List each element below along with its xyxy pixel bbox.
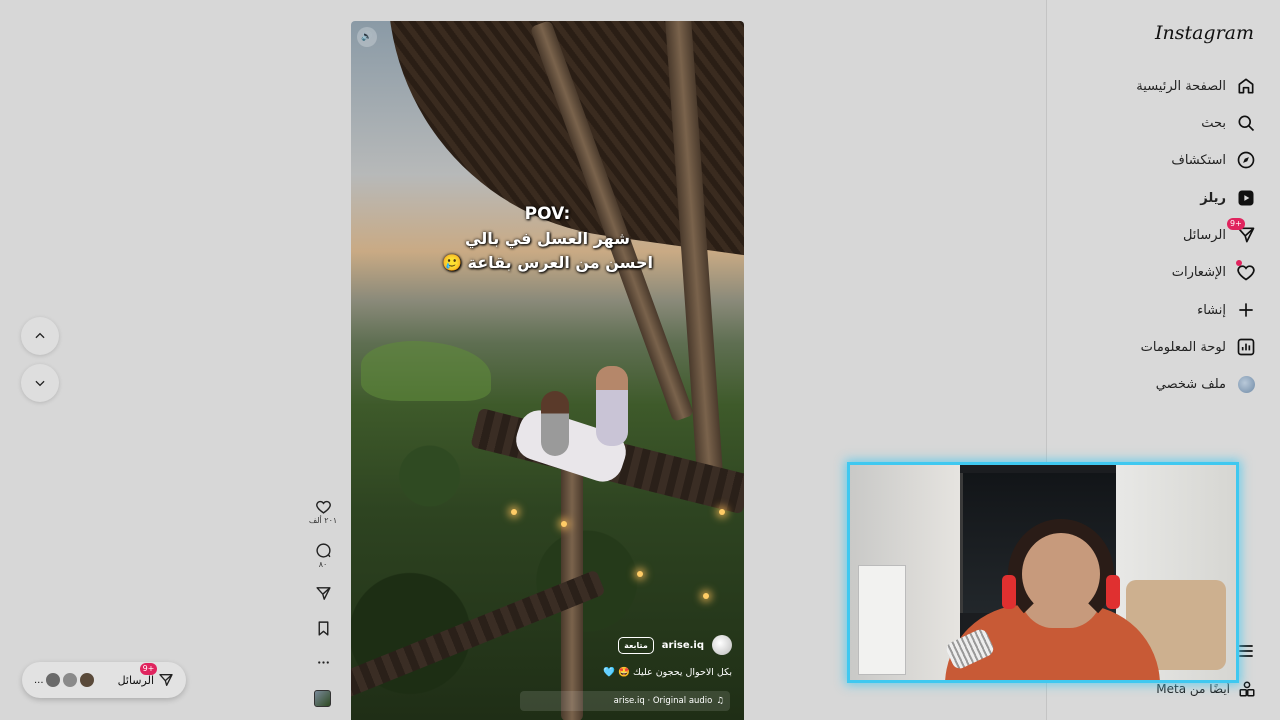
sidebar-item-label: ريلز [1200, 190, 1226, 206]
sidebar-item-label: إنشاء [1197, 302, 1226, 318]
webcam-cabinet [858, 565, 906, 675]
sidebar-item-explore[interactable]: استكشاف [1046, 142, 1280, 178]
share-action[interactable] [305, 585, 341, 602]
overlay-line: شهر العسل في بالي [465, 229, 630, 248]
more-avatars: ... [34, 674, 44, 686]
sidebar-item-home[interactable]: الصفحة الرئيسية [1046, 68, 1280, 104]
reel-caption[interactable]: بكل الاحوال يحجون عليك 🤩 🩵 [603, 667, 732, 678]
sidebar-item-dashboard[interactable]: لوحة المعلومات [1046, 329, 1280, 365]
creator-username[interactable]: arise.iq [662, 640, 704, 651]
next-reel-button[interactable] [21, 364, 59, 402]
bookmark-icon[interactable] [315, 620, 332, 637]
instagram-logo[interactable]: Instagram [1155, 22, 1254, 44]
string-light [703, 593, 709, 599]
comment-action[interactable]: ٨٠ [305, 542, 341, 569]
messages-icon [158, 672, 174, 688]
webcam-overlay [847, 462, 1239, 683]
sidebar-item-label: استكشاف [1171, 152, 1226, 168]
likes-count: ٢٠١ ألف [308, 516, 338, 525]
profile-avatar [1236, 374, 1256, 394]
message-avatars: ... [34, 672, 95, 688]
string-light [637, 571, 643, 577]
notification-dot [1236, 260, 1242, 266]
creator-avatar[interactable] [712, 635, 732, 655]
comment-icon[interactable] [315, 542, 332, 559]
dashboard-icon [1236, 337, 1256, 357]
search-icon [1236, 113, 1256, 133]
string-light [511, 509, 517, 515]
messages-badge: 9+ [1227, 218, 1245, 230]
sidebar-item-create[interactable]: إنشاء [1046, 292, 1280, 328]
messages-icon: 9+ [1227, 218, 1256, 245]
headphone-right [1106, 575, 1120, 609]
messages-label: الرسائل [117, 673, 154, 687]
string-light [719, 509, 725, 515]
also-from-meta-label: أيضًا من Meta [1156, 682, 1230, 696]
audio-track[interactable]: arise.iq · Original audio ♫ [520, 691, 730, 711]
sidebar-item-label: الصفحة الرئيسية [1136, 78, 1226, 94]
chevron-down-icon [35, 380, 45, 387]
avatar [78, 672, 95, 688]
chevron-up-icon [35, 332, 45, 339]
apps-icon [1239, 681, 1255, 697]
follow-button[interactable]: متابعة [618, 636, 654, 654]
messages-pill[interactable]: ... الرسائل 9+ [22, 662, 186, 698]
creator-row: متابعة arise.iq [618, 635, 732, 655]
headphone-left [1002, 575, 1016, 609]
person [541, 391, 569, 456]
reels-icon [1236, 188, 1256, 208]
audio-thumbnail[interactable] [314, 690, 331, 707]
music-note-icon: ♫ [716, 696, 724, 706]
messages-badge: 9+ [139, 663, 158, 675]
menu-icon[interactable] [1236, 641, 1256, 661]
reel-video[interactable]: 🔊 POV: شهر العسل في بالي احسن من العرس ب… [351, 21, 744, 720]
previous-reel-button[interactable] [21, 317, 59, 355]
sidebar-item-label: ملف شخصي [1155, 376, 1226, 392]
audio-label: arise.iq · Original audio [613, 696, 713, 706]
sidebar-item-label: الرسائل [1182, 227, 1226, 243]
person [596, 366, 628, 446]
sidebar-item-messages[interactable]: الرسائل 9+ [1046, 217, 1280, 253]
avatar [61, 672, 78, 688]
avatar [44, 672, 61, 688]
send-icon[interactable] [315, 585, 332, 602]
sidebar-item-reels[interactable]: ريلز [1046, 180, 1280, 216]
messages-pill-label: الرسائل 9+ [117, 663, 174, 688]
plus-icon [1236, 300, 1256, 320]
save-action[interactable] [305, 620, 341, 637]
sidebar-item-notifications[interactable]: الإشعارات [1046, 254, 1280, 290]
volume-icon[interactable]: 🔊 [357, 27, 377, 47]
compass-icon [1236, 150, 1256, 170]
comments-count: ٨٠ [318, 560, 328, 569]
home-icon [1236, 76, 1256, 96]
sidebar-item-profile[interactable]: ملف شخصي [1046, 366, 1280, 402]
overlay-line: احسن من العرس بقاعة 🥲 [442, 253, 653, 272]
sidebar-item-label: لوحة المعلومات [1140, 339, 1226, 355]
sidebar-item-search[interactable]: بحث [1046, 105, 1280, 141]
overlay-pov: POV: [524, 204, 571, 224]
string-light [561, 521, 567, 527]
sidebar-item-label: الإشعارات [1171, 264, 1226, 280]
sidebar-item-label: بحث [1201, 115, 1226, 131]
streamer-hair [1008, 519, 1114, 629]
like-action[interactable]: ٢٠١ ألف [305, 498, 341, 525]
more-options-icon[interactable] [315, 654, 332, 671]
heart-icon [1236, 260, 1256, 282]
heart-icon[interactable] [315, 498, 332, 515]
more-action[interactable] [305, 654, 341, 671]
